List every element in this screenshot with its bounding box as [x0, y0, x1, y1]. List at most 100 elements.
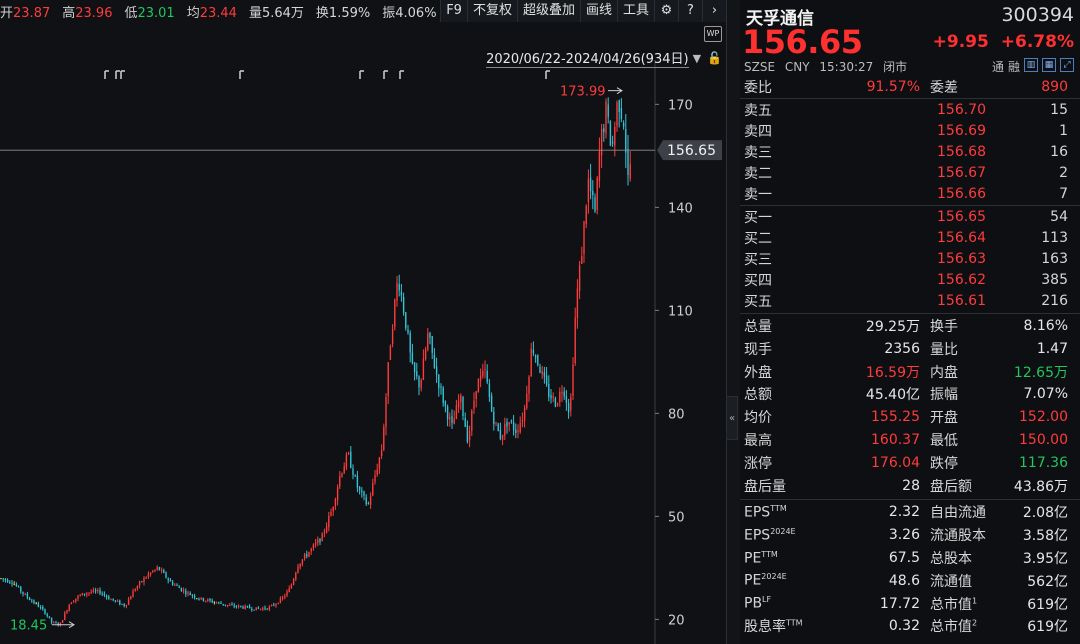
candle-body	[332, 506, 334, 512]
gear-icon[interactable]: ⚙	[654, 0, 678, 22]
fundamental-label: 总市值1	[930, 594, 977, 614]
ask-volume: 7	[1059, 186, 1068, 202]
question-circle-icon[interactable]: ?	[678, 0, 702, 22]
candle-body	[570, 397, 572, 411]
fundamental-label: 自由流通	[930, 502, 986, 522]
fundamental-label: 总市值2	[930, 616, 977, 636]
date-range-selector[interactable]: 2020/06/22-2024/04/26(934日) ▼ 🔓	[486, 48, 722, 68]
candle-body	[592, 190, 594, 196]
weibi-value: 91.57%	[866, 79, 920, 95]
candle-body	[563, 391, 565, 397]
tools-button[interactable]: 工具	[616, 0, 654, 22]
bid-level-label: 买二	[744, 231, 772, 247]
candle-body	[460, 395, 462, 403]
candle-body	[204, 600, 207, 602]
ask-row[interactable]: 卖五 156.70 15	[740, 99, 1080, 121]
ask-row[interactable]: 卖一 156.66 7	[740, 183, 1080, 205]
fundamental-label: EPSTTM	[744, 504, 787, 521]
info-stat: 振4.06%	[382, 2, 436, 21]
candle-body	[411, 352, 414, 364]
draw-line-button[interactable]: 画线	[579, 0, 617, 22]
chart-toggle-icon[interactable]: ▥	[1024, 58, 1038, 72]
section-divider	[740, 313, 1080, 314]
wp-badge[interactable]: WP	[704, 26, 722, 42]
stat-row: 总量 29.25万 换手 8.16%	[740, 315, 1080, 337]
candle-body	[352, 468, 354, 476]
kline-chart[interactable]: 20 50 80 110 140 170 156.65 173.99 18.45	[0, 0, 726, 644]
candle-body	[99, 590, 101, 594]
stat-value: 43.86万	[1013, 478, 1068, 495]
bid-volume: 385	[1041, 272, 1068, 288]
date-range-text[interactable]: 2020/06/22-2024/04/26(934日)	[486, 48, 689, 68]
fundamental-label: PBLF	[744, 595, 771, 612]
bid-row[interactable]: 买一 156.65 54	[740, 206, 1080, 228]
stat-label: 外盘	[744, 364, 772, 381]
candle-body	[202, 598, 205, 601]
collapse-panel-icon[interactable]: «	[726, 396, 738, 440]
last-price: 156.65	[742, 23, 863, 61]
candle-body	[185, 590, 187, 595]
bid-price: 156.63	[937, 251, 986, 267]
candle-body	[158, 567, 161, 571]
candle-body	[508, 422, 510, 425]
lock-icon[interactable]: 🔓	[707, 51, 722, 65]
candle-body	[235, 606, 238, 608]
stat-value: 12.65万	[1013, 364, 1068, 381]
candle-body	[143, 578, 145, 583]
candle-body	[222, 603, 224, 605]
candle-body	[281, 597, 284, 599]
pane-divider[interactable]	[726, 0, 740, 644]
candle-body	[187, 592, 189, 594]
info-stat: 高23.96	[62, 2, 112, 21]
candle-body	[482, 370, 484, 377]
candle-body	[24, 594, 26, 596]
candle-body	[231, 604, 233, 606]
candle-body	[611, 141, 614, 144]
fundamental-value: 67.5	[888, 550, 920, 566]
bid-row[interactable]: 买四 156.62 385	[740, 269, 1080, 291]
ask-level-label: 卖二	[744, 166, 772, 182]
expand-icon[interactable]: ⤢	[1060, 58, 1074, 72]
candle-body	[312, 544, 315, 549]
super-overlay-button[interactable]: 超级叠加	[516, 0, 580, 22]
market-status: 闭市	[883, 60, 908, 74]
ask-row[interactable]: 卖四 156.69 1	[740, 120, 1080, 142]
f9-button[interactable]: F9	[440, 0, 467, 22]
bid-row[interactable]: 买二 156.64 113	[740, 227, 1080, 249]
caret-down-icon[interactable]: ▼	[693, 52, 701, 65]
adjust-mode-button[interactable]: 不复权	[466, 0, 517, 22]
candle-body	[383, 427, 385, 450]
candle-body	[138, 581, 141, 586]
candle-body	[4, 578, 7, 581]
candle-body	[600, 129, 603, 156]
candle-body	[17, 586, 20, 588]
candle-body	[409, 332, 411, 353]
bid-row[interactable]: 买三 156.63 163	[740, 248, 1080, 270]
fundamental-label-text: 股息率	[744, 619, 786, 636]
candle-body	[488, 383, 491, 398]
candle-body	[207, 599, 209, 601]
candle-body	[215, 602, 218, 604]
info-stat-label: 开	[0, 5, 14, 21]
ask-row[interactable]: 卖三 156.68 16	[740, 141, 1080, 163]
bid-level-label: 买五	[744, 294, 772, 310]
ask-row[interactable]: 卖二 156.67 2	[740, 162, 1080, 184]
chevron-right-icon[interactable]: ›	[702, 0, 726, 22]
candle-body	[37, 603, 40, 607]
change-percent: +6.78%	[1000, 32, 1074, 52]
stat-label: 开盘	[930, 410, 958, 427]
candle-body	[259, 608, 262, 610]
fundamental-label-text: PB	[744, 595, 763, 612]
candle-body	[534, 355, 537, 358]
kline-chart-pane[interactable]: 20 50 80 110 140 170 156.65 173.99 18.45 开23.87 高…	[0, 0, 726, 644]
bid-price: 156.62	[937, 272, 986, 288]
grid-icon[interactable]: ▦	[1042, 58, 1056, 72]
candle-body	[479, 375, 482, 381]
candle-body	[345, 454, 348, 468]
event-flag-icon	[399, 70, 404, 79]
candle-body	[510, 420, 513, 422]
ask-level-label: 卖四	[744, 124, 772, 140]
bid-row[interactable]: 买五 156.61 216	[740, 290, 1080, 312]
candle-body	[317, 539, 319, 544]
candle-body	[330, 512, 332, 517]
